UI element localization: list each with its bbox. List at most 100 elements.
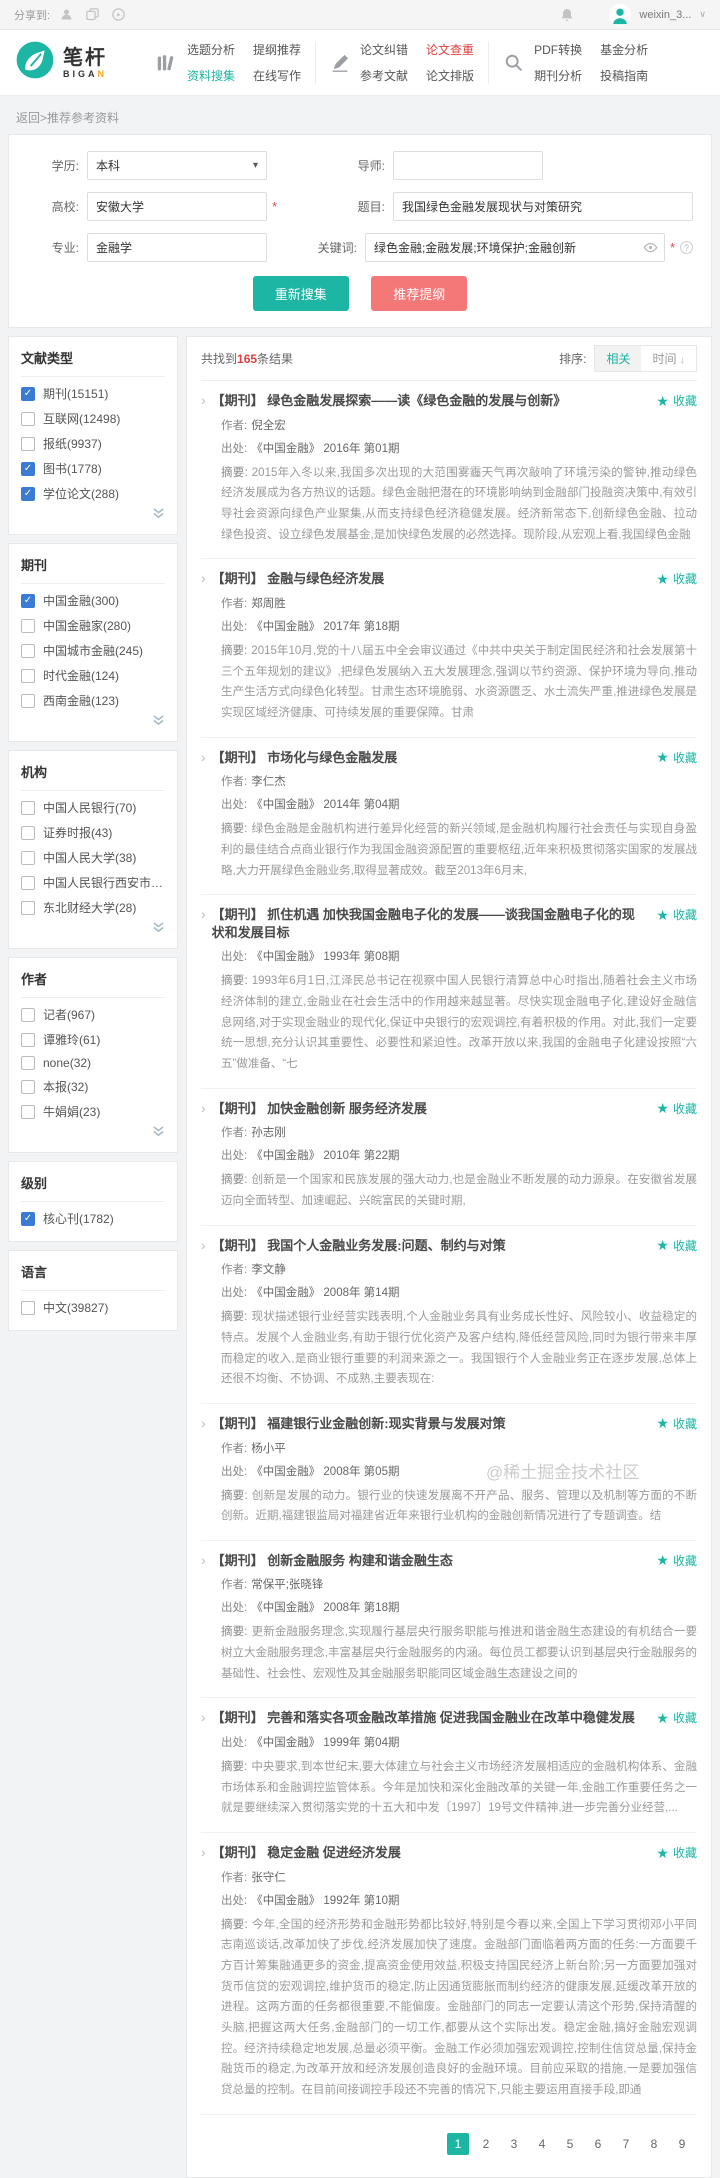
expand-more-icon[interactable] (21, 502, 165, 530)
page-button-8[interactable]: 8 (643, 2133, 665, 2155)
filter-option[interactable]: 牛娟娟(23) (21, 1095, 165, 1120)
share-icon-2[interactable] (85, 7, 100, 22)
avatar[interactable] (609, 3, 632, 26)
favorite-button[interactable]: ★ 收藏 (656, 906, 697, 923)
filter-option[interactable]: 报纸(9937) (21, 427, 165, 452)
favorite-button[interactable]: ★ 收藏 (656, 1415, 697, 1432)
filter-option[interactable]: 时代金融(124) (21, 659, 165, 684)
share-icon-1[interactable] (59, 7, 74, 22)
result-title-link[interactable]: 【期刊】 创新金融服务 构建和谐金融生态 (212, 1552, 645, 1570)
nav-link[interactable]: 投稿指南 (600, 67, 648, 84)
nav-link[interactable]: 基金分析 (600, 41, 648, 58)
nav-link[interactable]: 提纲推荐 (253, 41, 301, 58)
school-input[interactable] (87, 192, 267, 221)
expand-more-icon[interactable] (21, 1120, 165, 1148)
nav-link[interactable]: 论文排版 (426, 67, 474, 84)
checkbox[interactable] (21, 693, 35, 708)
checkbox[interactable] (21, 900, 35, 915)
checkbox[interactable] (21, 1104, 35, 1119)
tutor-input[interactable] (393, 151, 543, 180)
checkbox[interactable] (21, 1056, 35, 1070)
nav-link[interactable]: 论文纠错 (360, 41, 408, 58)
filter-option[interactable]: 谭雅玲(61) (21, 1023, 165, 1048)
degree-select[interactable]: 本科 ▾ (87, 151, 267, 180)
expand-more-icon[interactable] (21, 709, 165, 737)
page-button-5[interactable]: 5 (559, 2133, 581, 2155)
favorite-button[interactable]: ★ 收藏 (656, 1552, 697, 1569)
chevron-down-icon[interactable]: ∨ (699, 9, 706, 20)
favorite-button[interactable]: ★ 收藏 (656, 749, 697, 766)
page-button-4[interactable]: 4 (531, 2133, 553, 2155)
bell-icon[interactable] (559, 7, 575, 23)
checkbox[interactable]: ✓ (21, 1211, 35, 1226)
filter-option[interactable]: 中国人民银行(70) (21, 791, 165, 816)
page-button-7[interactable]: 7 (615, 2133, 637, 2155)
nav-link[interactable]: 选题分析 (187, 41, 235, 58)
result-title-link[interactable]: 【期刊】 完善和落实各项金融改革措施 促进我国金融业在改革中稳健发展 (212, 1709, 645, 1727)
sort-option-relevance[interactable]: 相关 (595, 346, 642, 371)
filter-option[interactable]: 东北财经大学(28) (21, 891, 165, 916)
major-input[interactable] (87, 233, 267, 262)
checkbox[interactable] (21, 1032, 35, 1047)
filter-option[interactable]: none(32) (21, 1048, 165, 1070)
sort-option-time[interactable]: 时间 ↓ (641, 346, 696, 371)
result-title-link[interactable]: 【期刊】 金融与绿色经济发展 (212, 570, 645, 588)
filter-option[interactable]: ✓ 学位论文(288) (21, 477, 165, 502)
checkbox[interactable]: ✓ (21, 386, 35, 401)
page-button-1[interactable]: 1 (447, 2132, 469, 2155)
page-button-6[interactable]: 6 (587, 2133, 609, 2155)
expand-result-icon[interactable]: › (201, 749, 206, 766)
filter-option[interactable]: 中文(39827) (21, 1291, 165, 1316)
username[interactable]: weixin_3... (639, 9, 691, 21)
filter-option[interactable]: 中国金融家(280) (21, 609, 165, 634)
favorite-button[interactable]: ★ 收藏 (656, 1844, 697, 1861)
share-icon-3[interactable] (111, 7, 126, 22)
nav-link[interactable]: 论文查重 (426, 41, 474, 58)
recommend-outline-button[interactable]: 推荐提纲 (371, 276, 468, 311)
filter-option[interactable]: 证券时报(43) (21, 816, 165, 841)
page-button-2[interactable]: 2 (475, 2133, 497, 2155)
checkbox[interactable] (21, 643, 35, 658)
favorite-button[interactable]: ★ 收藏 (656, 392, 697, 409)
result-title-link[interactable]: 【期刊】 市场化与绿色金融发展 (212, 749, 645, 767)
filter-option[interactable]: 记者(967) (21, 998, 165, 1023)
checkbox[interactable]: ✓ (21, 461, 35, 476)
expand-result-icon[interactable]: › (201, 1415, 206, 1432)
favorite-button[interactable]: ★ 收藏 (656, 1709, 697, 1726)
favorite-button[interactable]: ★ 收藏 (656, 570, 697, 587)
filter-option[interactable]: 中国人民大学(38) (21, 841, 165, 866)
breadcrumb-back-link[interactable]: 返回 (16, 111, 40, 125)
expand-more-icon[interactable] (21, 916, 165, 944)
favorite-button[interactable]: ★ 收藏 (656, 1237, 697, 1254)
eye-icon[interactable] (643, 240, 658, 255)
result-title-link[interactable]: 【期刊】 绿色金融发展探索——读《绿色金融的发展与创新》 (212, 392, 645, 410)
expand-result-icon[interactable]: › (201, 906, 206, 923)
nav-link[interactable]: PDF转换 (534, 41, 582, 58)
checkbox[interactable] (21, 825, 35, 840)
page-button-3[interactable]: 3 (503, 2133, 525, 2155)
checkbox[interactable]: ✓ (21, 593, 35, 608)
checkbox[interactable] (21, 436, 35, 451)
checkbox[interactable] (21, 668, 35, 683)
checkbox[interactable] (21, 1079, 35, 1094)
expand-result-icon[interactable]: › (201, 570, 206, 587)
nav-link[interactable]: 参考文献 (360, 67, 408, 84)
expand-result-icon[interactable]: › (201, 1237, 206, 1254)
checkbox[interactable] (21, 1007, 35, 1022)
expand-result-icon[interactable]: › (201, 1709, 206, 1726)
checkbox[interactable] (21, 1300, 35, 1315)
research-button[interactable]: 重新搜集 (252, 276, 349, 311)
nav-link[interactable]: 在线写作 (253, 67, 301, 84)
result-title-link[interactable]: 【期刊】 我国个人金融业务发展:问题、制约与对策 (212, 1237, 645, 1255)
expand-result-icon[interactable]: › (201, 392, 206, 409)
filter-option[interactable]: 本报(32) (21, 1070, 165, 1095)
result-title-link[interactable]: 【期刊】 福建银行业金融创新:现实背景与发展对策 (212, 1415, 645, 1433)
checkbox[interactable] (21, 850, 35, 865)
expand-result-icon[interactable]: › (201, 1552, 206, 1569)
filter-option[interactable]: ✓ 中国金融(300) (21, 584, 165, 609)
checkbox[interactable] (21, 800, 35, 815)
filter-option[interactable]: ✓ 核心刊(1782) (21, 1202, 165, 1227)
checkbox[interactable] (21, 411, 35, 426)
nav-link[interactable]: 期刊分析 (534, 67, 582, 84)
expand-result-icon[interactable]: › (201, 1100, 206, 1117)
